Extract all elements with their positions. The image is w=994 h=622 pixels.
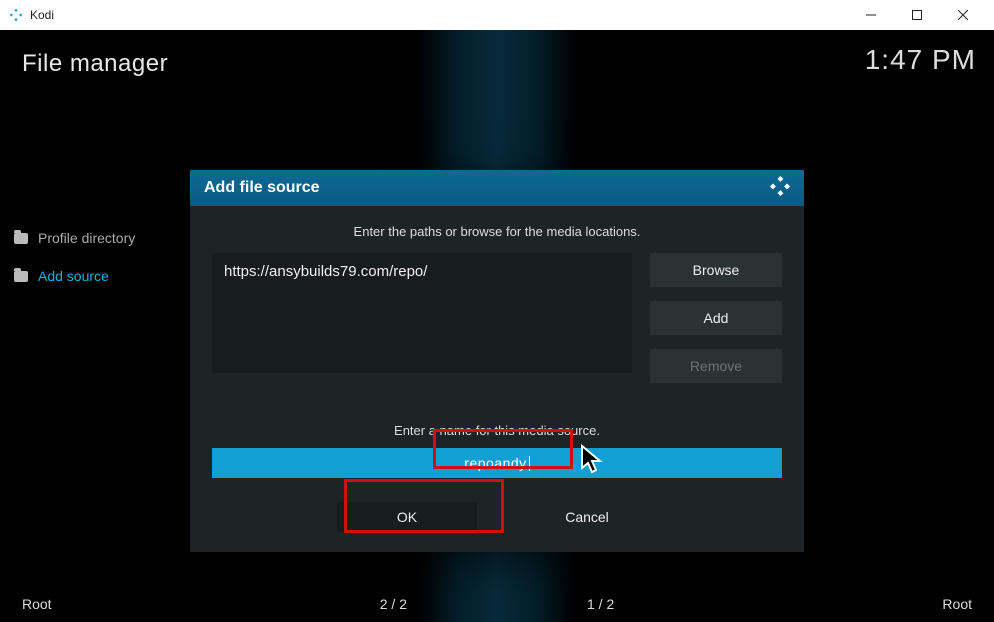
footer-count-left: 2 / 2 (380, 596, 407, 612)
dialog-title: Add file source (204, 179, 320, 197)
footer-left: Root (22, 596, 52, 612)
status-bar: Root 2 / 2 1 / 2 Root (0, 596, 994, 612)
source-name-input[interactable]: repoandy (212, 448, 782, 478)
list-item-add-source[interactable]: Add source (14, 268, 135, 284)
page-title: File manager (22, 50, 168, 78)
file-source-list: Profile directory Add source (14, 230, 135, 306)
folder-icon (14, 271, 28, 282)
add-button[interactable]: Add (650, 301, 782, 335)
cursor-icon (580, 444, 608, 481)
list-item-label: Profile directory (38, 230, 135, 246)
ok-button[interactable]: OK (337, 502, 477, 532)
window-maximize-button[interactable] (894, 0, 940, 30)
window-title: Kodi (30, 8, 54, 22)
window-titlebar: Kodi (0, 0, 994, 30)
paths-prompt: Enter the paths or browse for the media … (212, 224, 782, 239)
source-name-value: repoandy (464, 455, 526, 471)
footer-count-right: 1 / 2 (587, 596, 614, 612)
text-caret (529, 456, 530, 471)
list-item-label: Add source (38, 268, 109, 284)
window-close-button[interactable] (940, 0, 986, 30)
list-item-profile-directory[interactable]: Profile directory (14, 230, 135, 246)
kodi-logo-icon (770, 176, 790, 201)
name-prompt: Enter a name for this media source. (212, 423, 782, 438)
clock: 1:47 PM (865, 44, 976, 76)
remove-button: Remove (650, 349, 782, 383)
browse-button[interactable]: Browse (650, 253, 782, 287)
path-value: https://ansybuilds79.com/repo/ (224, 263, 427, 280)
folder-icon (14, 233, 28, 244)
kodi-logo-icon (8, 7, 24, 23)
kodi-app: File manager 1:47 PM Profile directory A… (0, 30, 994, 622)
cancel-button[interactable]: Cancel (517, 502, 657, 532)
path-input[interactable]: https://ansybuilds79.com/repo/ (212, 253, 632, 373)
footer-right: Root (942, 596, 972, 612)
window-minimize-button[interactable] (848, 0, 894, 30)
dialog-titlebar: Add file source (190, 170, 804, 206)
add-file-source-dialog: Add file source Enter the paths or brows… (190, 170, 804, 552)
